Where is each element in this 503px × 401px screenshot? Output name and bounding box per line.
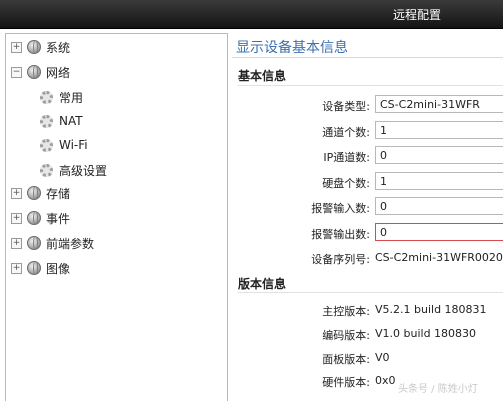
sidebar-tree: + 系统 − 网络 常用 NAT Wi-Fi 高级设置 + 存储 + 事件 + …	[5, 33, 228, 401]
alarm-output-field[interactable]: 0	[375, 223, 503, 241]
gear-icon	[40, 114, 53, 128]
device-type-label: 设备类型:	[322, 100, 370, 113]
ip-channel-label: IP通道数:	[323, 151, 370, 164]
tree-item-label: 高级设置	[59, 163, 108, 178]
serial-number-value: CS-C2mini-31WFR002018	[375, 251, 503, 264]
alarm-input-field[interactable]: 0	[375, 197, 503, 215]
tree-item-event[interactable]: + 事件	[11, 209, 70, 227]
tree-item-label: 存储	[46, 186, 71, 201]
tree-item-advanced[interactable]: 高级设置	[40, 161, 107, 179]
globe-icon	[27, 261, 41, 275]
encode-version-value: V1.0 build 180830	[375, 327, 477, 340]
main-version-value: V5.2.1 build 180831	[375, 303, 487, 316]
tree-item-system[interactable]: + 系统	[11, 38, 70, 56]
version-info-heading: 版本信息	[238, 277, 287, 291]
globe-icon	[27, 211, 41, 225]
tree-item-label: Wi-Fi	[59, 138, 88, 152]
tree-item-nat[interactable]: NAT	[40, 112, 83, 130]
channel-count-field[interactable]: 1	[375, 121, 503, 139]
channel-count-label: 通道个数:	[322, 126, 370, 139]
gear-icon	[40, 90, 53, 104]
window-title: 远程配置	[393, 8, 442, 22]
expand-icon[interactable]: +	[11, 41, 22, 53]
title-bar: 远程配置	[0, 0, 503, 29]
tree-item-label: 系统	[46, 40, 71, 55]
device-type-field[interactable]: CS-C2mini-31WFR	[375, 95, 503, 113]
tree-item-label: 图像	[46, 261, 71, 276]
tree-item-image[interactable]: + 图像	[11, 259, 70, 277]
watermark: 头条号 / 陈姓小灯	[398, 384, 478, 395]
divider	[238, 292, 503, 293]
alarm-input-label: 报警输入数:	[311, 202, 370, 215]
hardware-version-label: 硬件版本:	[322, 376, 370, 389]
disk-count-label: 硬盘个数:	[322, 177, 370, 190]
divider	[238, 85, 503, 86]
globe-icon	[27, 40, 41, 54]
serial-number-label: 设备序列号:	[311, 253, 370, 266]
tree-item-wifi[interactable]: Wi-Fi	[40, 136, 88, 154]
globe-icon	[27, 186, 41, 200]
expand-icon[interactable]: +	[11, 262, 22, 274]
alarm-output-label: 报警输出数:	[311, 228, 370, 241]
ip-channel-field[interactable]: 0	[375, 146, 503, 164]
expand-icon[interactable]: +	[11, 237, 22, 249]
tree-item-label: 常用	[59, 90, 84, 105]
expand-icon[interactable]: +	[11, 212, 22, 224]
main-panel: 显示设备基本信息 基本信息 设备类型: CS-C2mini-31WFR 通道个数…	[232, 33, 503, 400]
encode-version-label: 编码版本:	[322, 329, 370, 342]
tree-item-common[interactable]: 常用	[40, 88, 83, 106]
panel-version-label: 面板版本:	[322, 353, 370, 366]
globe-icon	[27, 65, 41, 79]
tree-item-label: 前端参数	[46, 236, 95, 251]
tree-item-storage[interactable]: + 存储	[11, 184, 70, 202]
basic-info-heading: 基本信息	[238, 69, 287, 83]
panel-version-value: V0	[375, 351, 390, 364]
tree-item-label: 网络	[46, 65, 71, 80]
gear-icon	[40, 138, 53, 152]
collapse-icon[interactable]: −	[11, 66, 22, 78]
expand-icon[interactable]: +	[11, 187, 22, 199]
tree-item-network[interactable]: − 网络	[11, 63, 70, 81]
gear-icon	[40, 163, 53, 177]
globe-icon	[27, 236, 41, 250]
tree-item-label: 事件	[46, 211, 71, 226]
disk-count-field[interactable]: 1	[375, 172, 503, 190]
page-header: 显示设备基本信息	[232, 33, 503, 58]
main-version-label: 主控版本:	[322, 305, 370, 318]
page-title: 显示设备基本信息	[236, 40, 348, 56]
tree-item-label: NAT	[59, 114, 83, 128]
tree-item-front-params[interactable]: + 前端参数	[11, 234, 94, 252]
